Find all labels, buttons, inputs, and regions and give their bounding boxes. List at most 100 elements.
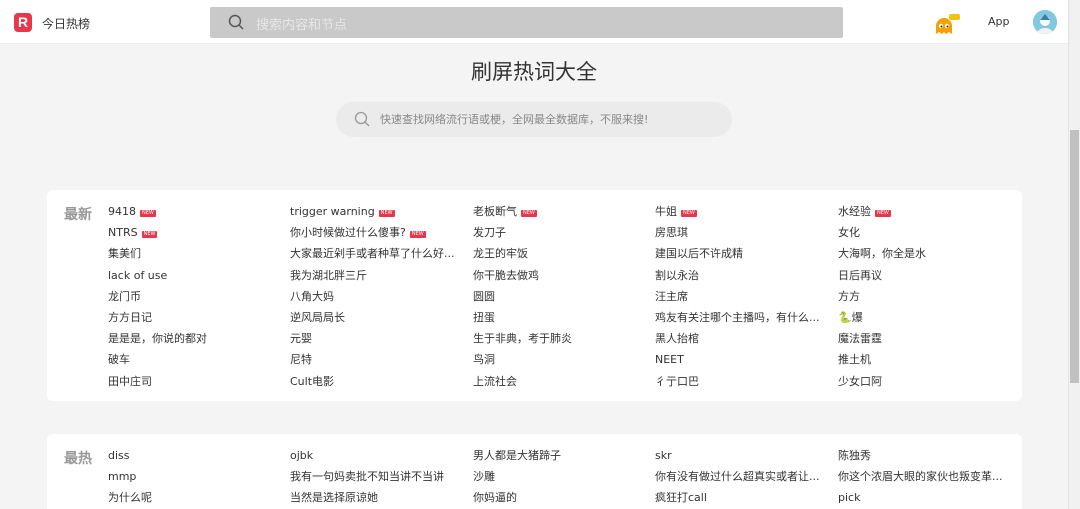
term-link[interactable]: 鸡友有关注哪个主播吗，有什么...: [655, 307, 838, 328]
term-text: 生于非典，考于肺炎: [473, 332, 572, 346]
new-badge: NEW: [378, 210, 395, 217]
term-link[interactable]: mmp: [108, 466, 290, 487]
term-text: 建国以后不许成精: [655, 247, 743, 261]
term-link[interactable]: 房思琪: [655, 222, 838, 243]
term-link[interactable]: 龙王的牢饭: [473, 243, 655, 264]
term-link[interactable]: Cult电影: [290, 371, 473, 392]
term-text: 你干脆去做鸡: [473, 268, 539, 282]
hottest-terms-card: 最热 diss ojbk 男人都是大猪蹄子 skr 陈独秀 mmp 我有一句妈卖批不知当讲不…: [47, 434, 1022, 509]
term-link[interactable]: 上流社会: [473, 371, 655, 392]
term-link[interactable]: 你有没有做过什么超真实或者让...: [655, 466, 838, 487]
pacman-ghost-icon[interactable]: [935, 18, 953, 35]
term-link[interactable]: skr: [655, 445, 838, 466]
term-link[interactable]: 集美们: [108, 243, 290, 264]
term-text: 鸡友有关注哪个主播吗，有什么...: [655, 310, 820, 324]
app-link[interactable]: App: [988, 15, 1010, 28]
term-link[interactable]: 是是是，你说的都对: [108, 328, 290, 349]
term-link[interactable]: 9418 NEW: [108, 201, 290, 222]
term-text: 当然是选择原谅她: [290, 491, 378, 505]
term-text: 尼特: [290, 353, 312, 367]
term-link[interactable]: 日后再议: [838, 265, 1021, 286]
term-link[interactable]: 大海啊，你全是水: [838, 243, 1021, 264]
scrollbar-thumb[interactable]: [1070, 130, 1079, 383]
term-link[interactable]: 破车: [108, 349, 290, 370]
logo-icon[interactable]: R: [14, 13, 32, 32]
term-text: 田中庄司: [108, 374, 152, 388]
term-link[interactable]: 陈独秀: [838, 445, 1021, 466]
term-link[interactable]: NEET: [655, 349, 838, 370]
new-badge: NEW: [140, 210, 156, 217]
term-link[interactable]: 逆风局局长: [290, 307, 473, 328]
term-text: 老板断气: [473, 205, 517, 218]
term-link[interactable]: NTRS NEW: [108, 222, 290, 243]
term-link[interactable]: 你小时候做过什么傻事? NEW: [290, 222, 473, 243]
term-text: 疯狂打call: [655, 491, 707, 505]
term-text: 水经验: [838, 205, 871, 218]
term-text: 日后再议: [838, 268, 882, 282]
term-text: NTRS: [108, 226, 138, 240]
term-link[interactable]: 为什么呢: [108, 487, 290, 508]
term-link[interactable]: lack of use: [108, 265, 290, 286]
latest-terms-grid: 9418 NEW trigger warning NEW 老板断气 NEW 牛姐 NEW 水经验…: [108, 201, 1021, 392]
term-link[interactable]: diss: [108, 445, 290, 466]
term-link[interactable]: 当然是选择原谅她: [290, 487, 473, 508]
hero-search-input[interactable]: 快速查找网络流行语或梗，全网最全数据库，不服来搜!: [336, 102, 732, 137]
term-link[interactable]: 你妈逼的: [473, 487, 655, 508]
user-avatar[interactable]: [1033, 10, 1057, 34]
term-link[interactable]: 疯狂打call: [655, 487, 838, 508]
term-link[interactable]: 少女口阿: [838, 371, 1021, 392]
term-link[interactable]: 女化: [838, 222, 1021, 243]
term-link[interactable]: 生于非典，考于肺炎: [473, 328, 655, 349]
term-link[interactable]: 牛姐 NEW: [655, 201, 838, 222]
term-link[interactable]: 扭蛋: [473, 307, 655, 328]
top-search-input[interactable]: 搜索内容和节点: [210, 7, 843, 38]
term-text: 破车: [108, 353, 130, 367]
term-text: 你有没有做过什么超真实或者让...: [655, 470, 820, 484]
hero-search-placeholder: 快速查找网络流行语或梗，全网最全数据库，不服来搜!: [380, 113, 649, 126]
term-link[interactable]: 沙雕: [473, 466, 655, 487]
term-link[interactable]: 大家最近剁手或者种草了什么好...: [290, 243, 473, 264]
term-link[interactable]: 方方日记: [108, 307, 290, 328]
term-link[interactable]: 老板断气 NEW: [473, 201, 655, 222]
term-link[interactable]: 元婴: [290, 328, 473, 349]
term-link[interactable]: 圆圆: [473, 286, 655, 307]
term-link[interactable]: 汪主席: [655, 286, 838, 307]
term-link[interactable]: 🐍爆: [838, 307, 1021, 328]
term-text: 扭蛋: [473, 310, 495, 324]
term-link[interactable]: 尼特: [290, 349, 473, 370]
term-link[interactable]: pick: [838, 487, 1021, 508]
hottest-terms-grid: diss ojbk 男人都是大猪蹄子 skr 陈独秀 mmp 我有一句妈卖批不知当讲不当讲 沙…: [108, 445, 1021, 509]
term-link[interactable]: 彳亍口巴: [655, 371, 838, 392]
term-text: mmp: [108, 470, 137, 484]
term-text: ojbk: [290, 449, 314, 462]
latest-label: 最新: [64, 207, 92, 223]
term-link[interactable]: 发刀子: [473, 222, 655, 243]
term-link[interactable]: 黑人抬棺: [655, 328, 838, 349]
term-text: 集美们: [108, 247, 141, 261]
term-link[interactable]: 我有一句妈卖批不知当讲不当讲: [290, 466, 473, 487]
term-text: 房思琪: [655, 226, 688, 240]
term-text: 你这个浓眉大眼的家伙也叛变革...: [838, 470, 1003, 484]
term-link[interactable]: 鸟洞: [473, 349, 655, 370]
term-link[interactable]: 魔法雷霆: [838, 328, 1021, 349]
search-icon: [228, 14, 244, 30]
term-link[interactable]: trigger warning NEW: [290, 201, 473, 222]
term-link[interactable]: 建国以后不许成精: [655, 243, 838, 264]
term-link[interactable]: ojbk: [290, 445, 473, 466]
term-link[interactable]: 男人都是大猪蹄子: [473, 445, 655, 466]
term-link[interactable]: 龙门币: [108, 286, 290, 307]
term-link[interactable]: 你这个浓眉大眼的家伙也叛变革...: [838, 466, 1021, 487]
brand-name[interactable]: 今日热榜: [42, 15, 90, 32]
term-link[interactable]: 你干脆去做鸡: [473, 265, 655, 286]
term-text: 发刀子: [473, 226, 506, 240]
term-text: 龙王的牢饭: [473, 247, 528, 261]
term-text: diss: [108, 449, 130, 462]
term-link[interactable]: 田中庄司: [108, 371, 290, 392]
term-text: 少女口阿: [838, 374, 882, 388]
term-link[interactable]: 八角大妈: [290, 286, 473, 307]
term-link[interactable]: 推土机: [838, 349, 1021, 370]
term-link[interactable]: 割以永治: [655, 265, 838, 286]
term-link[interactable]: 方方: [838, 286, 1021, 307]
term-link[interactable]: 我为湖北胖三斤: [290, 265, 473, 286]
term-link[interactable]: 水经验 NEW: [838, 201, 1021, 222]
